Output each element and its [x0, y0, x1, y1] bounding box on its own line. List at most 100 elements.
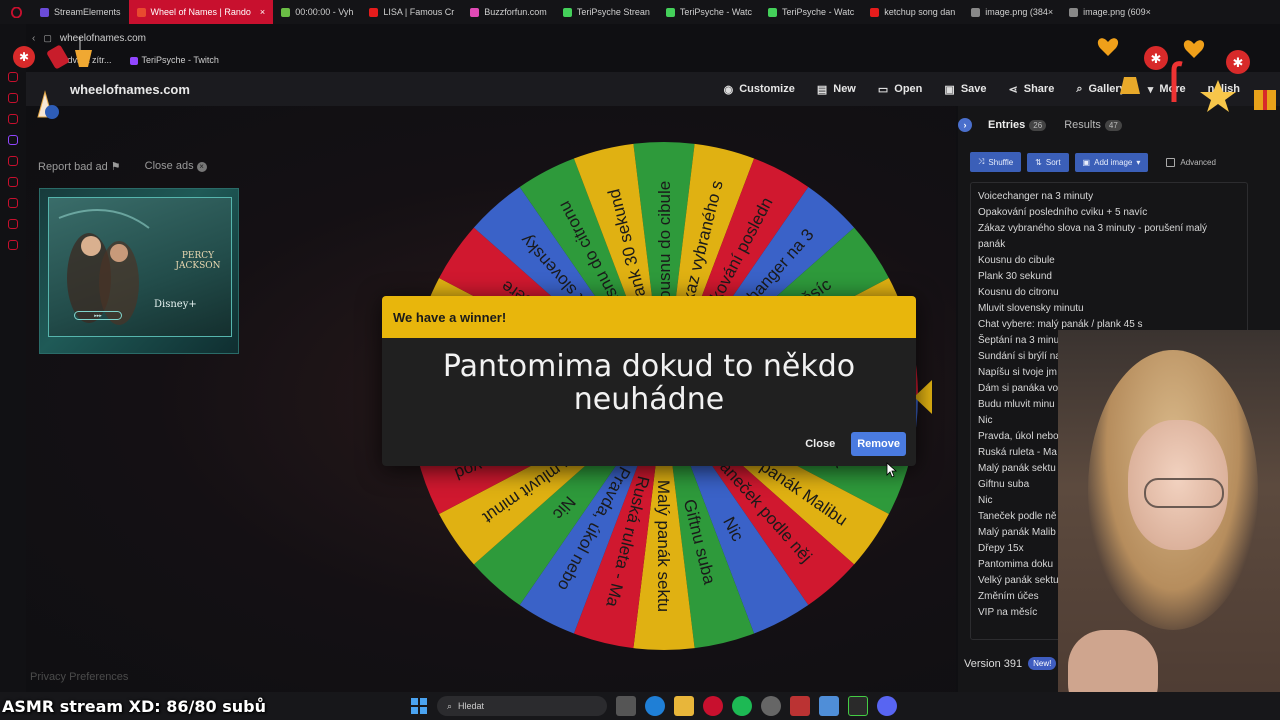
twitch-sidebar-icon[interactable]	[8, 135, 18, 145]
taskbar-icons: ⌕ Hledat	[410, 696, 897, 716]
mouse-cursor-icon	[886, 462, 898, 478]
palette-icon: ◉	[723, 83, 734, 96]
close-button[interactable]: Close	[801, 432, 839, 456]
dialog-actions: Close Remove	[801, 432, 906, 456]
tab-label: ketchup song dan	[884, 7, 956, 17]
tab-favicon-icon	[470, 7, 480, 17]
tab-label: Wheel of Names | Rando	[150, 7, 251, 17]
image-icon: ▣	[1082, 157, 1091, 167]
close-circle-icon: ×	[196, 162, 207, 172]
file-explorer-icon[interactable]	[674, 696, 694, 716]
history-icon[interactable]	[8, 198, 18, 208]
winner-text: Pantomima dokud to někdo neuhádne	[442, 349, 856, 417]
winner-dialog: We have a winner! Pantomima dokud to něk…	[382, 296, 916, 466]
twitch-icon	[129, 56, 138, 65]
save-icon: ▣	[944, 83, 955, 96]
browser-tab[interactable]: Wheel of Names | Rando ×	[128, 0, 274, 24]
taskbar-search[interactable]: ⌕ Hledat	[437, 696, 607, 716]
entries-toolbar: ⤨ Shuffle ⇅ Sort ▣ Add image ▾ Advanced	[970, 152, 1216, 172]
ad-brand: Disney+	[154, 299, 197, 310]
nav-customize-button[interactable]: ◉ Customize	[724, 83, 795, 96]
opera-taskbar-icon[interactable]	[703, 696, 723, 716]
dialog-title: We have a winner!	[382, 296, 916, 338]
share-icon: ⋖	[1008, 83, 1018, 96]
new-badge[interactable]: New!	[1028, 657, 1057, 670]
task-view-icon[interactable]	[616, 696, 636, 716]
add-image-button[interactable]: ▣ Add image ▾	[1074, 152, 1149, 172]
windows-start-icon[interactable]	[410, 697, 428, 715]
entry-line: Kousnu do citronu	[978, 287, 1059, 298]
extensions-icon[interactable]	[8, 219, 18, 229]
tab-list: StreamElements Wheel of Names | Rando × 00:…	[32, 0, 1159, 24]
nav-open-button[interactable]: ▭ Open	[878, 83, 923, 96]
tab-label: LISA | Famous Cr	[383, 7, 455, 17]
heart-icon[interactable]	[8, 177, 18, 187]
browser-tab[interactable]: StreamElements	[32, 0, 129, 24]
checkbox-box	[1166, 157, 1176, 167]
tab-label: image.png (384×	[985, 7, 1054, 17]
terminal-icon[interactable]	[848, 696, 868, 716]
edge-icon[interactable]	[645, 696, 665, 716]
browser-tab[interactable]: LISA | Famous Cr	[361, 0, 462, 24]
shuffle-button[interactable]: ⤨ Shuffle	[970, 152, 1022, 172]
obs-icon[interactable]	[761, 696, 781, 716]
opera-logo-icon[interactable]	[0, 6, 32, 18]
shuffle-icon: ⤨	[978, 157, 985, 166]
remove-button[interactable]: Remove	[851, 432, 906, 456]
svg-text:✱: ✱	[1233, 55, 1244, 70]
entry-line: Kousnu do cibule	[978, 255, 1055, 266]
discord-icon[interactable]	[877, 696, 897, 716]
svg-text:✱: ✱	[1151, 51, 1162, 66]
tab-label: TeriPsyche - Watc	[782, 7, 855, 17]
wheel-segment-label: Kousnu do cibule	[655, 181, 674, 311]
webcam-overlay	[1058, 330, 1280, 720]
tab-label: Buzzforfun.com	[484, 7, 547, 17]
ad-cta-button[interactable]: ▸▸▸	[74, 311, 122, 320]
settings-icon[interactable]	[8, 240, 18, 250]
browser-tab[interactable]: Buzzforfun.com	[462, 0, 555, 24]
report-ad-link[interactable]: Report bad ad ⚑	[38, 160, 121, 173]
tab-label: TeriPsyche Strean	[576, 7, 650, 17]
sort-button[interactable]: ⇅ Sort	[1027, 152, 1069, 172]
voicemod-icon[interactable]	[790, 696, 810, 716]
privacy-preferences-link[interactable]: Privacy Preferences	[30, 671, 128, 683]
ad-links: Report bad ad ⚑ Close ads ×	[38, 160, 207, 173]
collapse-chevron-icon[interactable]: ›	[958, 118, 972, 132]
tab-entries[interactable]: Entries 26	[988, 119, 1047, 131]
tab-favicon-icon	[562, 7, 572, 17]
advanced-checkbox[interactable]: Advanced	[1166, 157, 1216, 167]
notepad-icon[interactable]	[819, 696, 839, 716]
tab-close-icon[interactable]: ×	[260, 7, 265, 17]
browser-tab[interactable]: TeriPsyche - Watc	[760, 0, 862, 24]
bookmark-twitch[interactable]: TeriPsyche - Twitch	[129, 55, 219, 65]
close-ads-link[interactable]: Close ads ×	[145, 160, 207, 173]
spotify-icon[interactable]	[732, 696, 752, 716]
player-icon[interactable]	[8, 156, 18, 166]
browser-tab[interactable]: TeriPsyche - Watc	[658, 0, 760, 24]
search-icon: ⌕	[447, 700, 453, 711]
file-icon: ▤	[816, 83, 828, 96]
tab-favicon-icon	[40, 7, 49, 17]
tab-favicon-icon	[281, 7, 291, 17]
browser-tab[interactable]: ketchup song dan	[862, 0, 963, 24]
christmas-decoration-right: ✱ ✱	[1097, 38, 1276, 112]
tab-favicon-icon	[665, 7, 675, 17]
stream-overlay-text: ASMR stream XD: 86/80 subů	[2, 697, 266, 716]
flag-icon: ⚑	[110, 161, 121, 173]
browser-tab[interactable]: TeriPsyche Strean	[555, 0, 658, 24]
nav-save-button[interactable]: ▣ Save	[944, 83, 986, 96]
browser-tab[interactable]: image.png (384×	[963, 0, 1061, 24]
tab-favicon-icon	[1069, 7, 1079, 17]
advertisement[interactable]: PERCY JACKSON ▸▸▸ Disney+	[39, 188, 239, 354]
tab-label: 00:00:00 - Vyh	[295, 7, 354, 17]
tab-favicon-icon	[971, 7, 981, 17]
tab-label: image.png (609×	[1083, 7, 1151, 17]
chevron-down-icon: ▾	[1136, 157, 1141, 167]
nav-share-button[interactable]: ⋖ Share	[1009, 83, 1055, 96]
browser-tab[interactable]: 00:00:00 - Vyh	[273, 0, 361, 24]
tab-favicon-icon	[369, 7, 379, 17]
tab-label: TeriPsyche - Watc	[679, 7, 753, 17]
nav-new-button[interactable]: ▤ New	[817, 83, 856, 96]
browser-tab[interactable]: image.png (609×	[1061, 0, 1159, 24]
folder-icon: ▭	[877, 83, 889, 96]
